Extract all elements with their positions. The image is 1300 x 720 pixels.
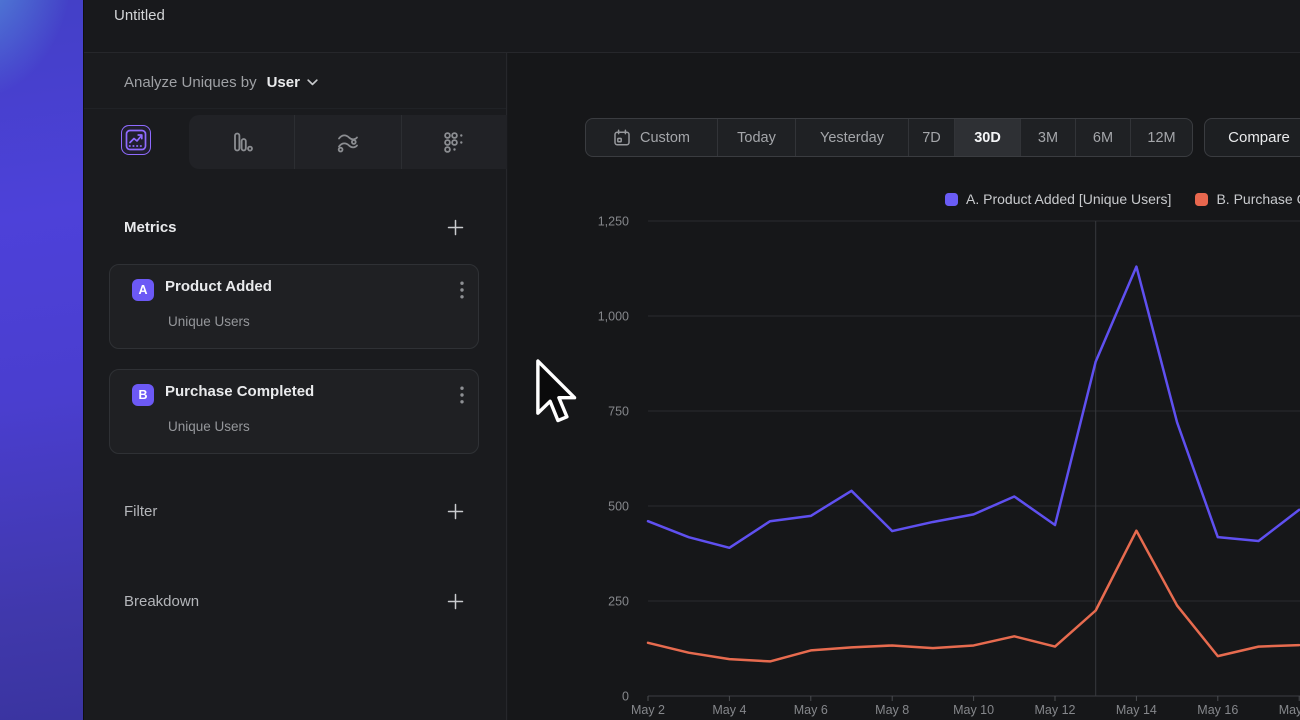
filter-header: Filter	[124, 497, 464, 525]
uniques-by-value: User	[267, 74, 300, 91]
metrics-header: Metrics	[124, 213, 464, 241]
metric-badge-a: A	[132, 279, 154, 301]
calendar-icon	[613, 129, 631, 147]
range-yesterday[interactable]: Yesterday	[795, 119, 908, 156]
range-3m[interactable]: 3M	[1020, 119, 1075, 156]
legend-swatch-a	[945, 193, 958, 206]
svg-text:May 2: May 2	[631, 703, 665, 717]
add-metric-button[interactable]	[447, 219, 464, 236]
chart-type-tab-group	[189, 115, 507, 169]
date-range-toolbar: Custom Today Yesterday 7D 30D 3M 6M 12M	[585, 118, 1193, 157]
flows-icon	[336, 130, 360, 154]
svg-text:500: 500	[608, 500, 629, 514]
legend-label: B. Purchase Completed [Unique Users]	[1216, 191, 1300, 207]
legend-item-a[interactable]: A. Product Added [Unique Users]	[945, 191, 1171, 207]
range-7d[interactable]: 7D	[908, 119, 954, 156]
svg-text:250: 250	[608, 595, 629, 609]
plus-icon	[447, 593, 464, 610]
report-title[interactable]: Untitled	[114, 7, 165, 24]
range-30d[interactable]: 30D	[954, 119, 1020, 156]
svg-text:May 8: May 8	[875, 703, 909, 717]
tab-flows[interactable]	[294, 115, 400, 169]
range-custom[interactable]: Custom	[586, 119, 717, 156]
svg-text:0: 0	[622, 690, 629, 704]
app-window: Untitled Analyze Uniques by User	[83, 0, 1300, 720]
chart-panel: Custom Today Yesterday 7D 30D 3M 6M 12M …	[508, 53, 1300, 720]
metric-options-button[interactable]	[460, 386, 464, 404]
svg-text:May 10: May 10	[953, 703, 994, 717]
metric-subtitle: Unique Users	[168, 419, 250, 434]
metric-name: Purchase Completed	[165, 383, 314, 400]
metric-subtitle: Unique Users	[168, 314, 250, 329]
kebab-icon	[460, 281, 464, 299]
background-gradient	[0, 0, 83, 720]
compare-button[interactable]: Compare	[1204, 118, 1300, 157]
range-12m[interactable]: 12M	[1130, 119, 1192, 156]
analyze-row: Analyze Uniques by User	[84, 53, 506, 109]
legend-swatch-b	[1195, 193, 1208, 206]
tab-funnels[interactable]	[189, 115, 294, 169]
top-bar: Untitled	[84, 0, 1300, 53]
plus-icon	[447, 503, 464, 520]
breakdown-header: Breakdown	[124, 587, 464, 615]
line-chart-icon	[125, 129, 147, 151]
metric-card-a[interactable]: A Product Added Unique Users	[109, 264, 479, 349]
add-filter-button[interactable]	[447, 503, 464, 520]
analyze-label: Analyze Uniques by	[124, 74, 257, 91]
range-label: Custom	[640, 130, 690, 146]
svg-text:May 18: May 18	[1279, 703, 1300, 717]
svg-text:May 6: May 6	[794, 703, 828, 717]
svg-text:May 12: May 12	[1035, 703, 1076, 717]
chart-type-tabs	[84, 115, 507, 169]
svg-text:May 4: May 4	[712, 703, 746, 717]
query-builder-panel: Analyze Uniques by User	[84, 53, 507, 720]
kebab-icon	[460, 386, 464, 404]
plus-icon	[447, 219, 464, 236]
chevron-down-icon	[307, 79, 318, 86]
legend-label: A. Product Added [Unique Users]	[966, 191, 1171, 207]
metric-options-button[interactable]	[460, 281, 464, 299]
metrics-title: Metrics	[124, 219, 177, 236]
screen: { "window": { "title": "Untitled" }, "si…	[0, 0, 1300, 720]
breakdown-title: Breakdown	[124, 593, 199, 610]
tab-retention[interactable]	[401, 115, 507, 169]
svg-text:May 16: May 16	[1197, 703, 1238, 717]
svg-text:1,250: 1,250	[598, 215, 629, 229]
svg-text:1,000: 1,000	[598, 310, 629, 324]
uniques-by-dropdown[interactable]: User	[267, 74, 318, 91]
metric-name: Product Added	[165, 278, 272, 295]
legend-item-b[interactable]: B. Purchase Completed [Unique Users]	[1195, 191, 1300, 207]
tab-insights-line[interactable]	[121, 125, 151, 155]
svg-text:May 14: May 14	[1116, 703, 1157, 717]
bar-chart-icon	[230, 130, 254, 154]
metric-card-b[interactable]: B Purchase Completed Unique Users	[109, 369, 479, 454]
filter-title: Filter	[124, 503, 157, 520]
range-6m[interactable]: 6M	[1075, 119, 1130, 156]
add-breakdown-button[interactable]	[447, 593, 464, 610]
chart-legend: A. Product Added [Unique Users] B. Purch…	[945, 191, 1300, 207]
insights-line-chart[interactable]: 0 250 500 750 1,000 1,250 May 2 May 4 May 6 May 8…	[586, 210, 1300, 720]
range-today[interactable]: Today	[717, 119, 795, 156]
svg-text:750: 750	[608, 405, 629, 419]
retention-grid-icon	[442, 130, 466, 154]
metric-badge-b: B	[132, 384, 154, 406]
